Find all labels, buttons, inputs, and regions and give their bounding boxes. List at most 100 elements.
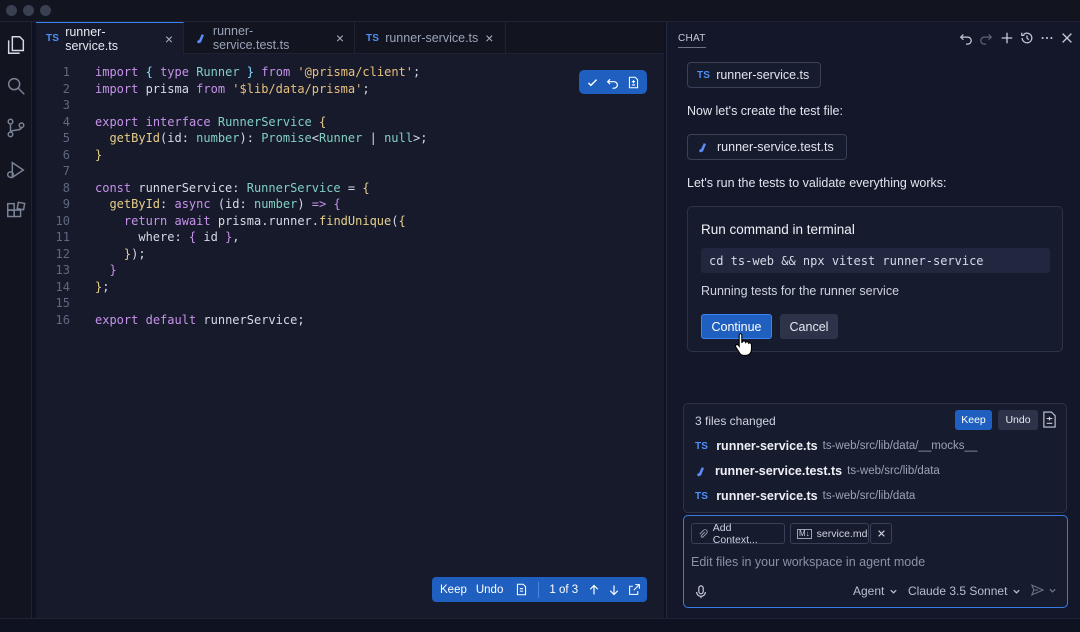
chat-title[interactable]: CHAT xyxy=(678,33,706,48)
ts-file-icon: TS xyxy=(695,490,709,502)
undo-all-button[interactable]: Undo xyxy=(998,410,1038,430)
code-line: } xyxy=(109,263,117,277)
markdown-icon: M↓ xyxy=(797,528,812,539)
changes-title: 3 files changed xyxy=(695,414,776,428)
window-close-dot[interactable] xyxy=(6,5,17,16)
code-line: import { type Runner } from '@prisma/cli… xyxy=(95,65,421,79)
source-control-icon[interactable] xyxy=(5,117,27,139)
search-icon[interactable] xyxy=(5,75,27,97)
chat-message: Now let's create the test file: xyxy=(687,104,843,118)
title-bar xyxy=(0,0,1080,22)
line-number: 14 xyxy=(55,279,70,294)
add-context-label: Add Context... xyxy=(712,521,758,546)
undo-icon[interactable] xyxy=(606,76,619,89)
tab-runner-service[interactable]: TS runner-service.ts × xyxy=(36,22,184,54)
changed-file-row[interactable]: TS runner-service.ts ts-web/src/lib/data… xyxy=(695,438,977,454)
chat-message: Let's run the tests to validate everythi… xyxy=(687,176,947,190)
line-number: 16 xyxy=(55,312,70,327)
diff-file-icon[interactable] xyxy=(515,583,528,596)
file-name: runner-service.ts xyxy=(716,439,818,453)
line-number: 13 xyxy=(55,263,70,277)
model-picker[interactable]: Claude 3.5 Sonnet xyxy=(908,584,1021,598)
send-button[interactable] xyxy=(1031,584,1057,596)
flask-icon xyxy=(197,34,204,44)
flask-icon xyxy=(699,143,706,153)
line-number: 3 xyxy=(62,98,70,112)
microphone-icon[interactable] xyxy=(695,585,707,599)
undo-icon[interactable] xyxy=(959,31,973,45)
line-number: 15 xyxy=(55,296,70,310)
line-number: 4 xyxy=(62,114,70,129)
tab-label: runner-service.ts xyxy=(385,31,479,45)
add-context-button[interactable]: Add Context... xyxy=(691,521,785,546)
explorer-icon[interactable] xyxy=(5,34,27,56)
window-minimize-dot[interactable] xyxy=(23,5,34,16)
code-line: }); xyxy=(123,246,146,261)
file-chip-label: runner-service.ts xyxy=(716,68,810,82)
code-line: export default runnerService; xyxy=(95,312,305,327)
tab-label: runner-service.ts xyxy=(65,24,118,53)
model-label: Claude 3.5 Sonnet xyxy=(908,584,1008,598)
file-name: runner-service.ts xyxy=(716,489,818,503)
chevron-down-icon xyxy=(1049,588,1056,593)
arrow-down-icon[interactable] xyxy=(608,584,620,596)
file-chip[interactable]: runner-service.test.ts xyxy=(687,134,847,160)
code-line: getById(id: number): Promise<Runner | nu… xyxy=(109,131,428,145)
history-icon[interactable] xyxy=(1020,31,1034,45)
line-number: 1 xyxy=(62,65,70,79)
command-title: Run command in terminal xyxy=(701,222,855,237)
diff-file-icon[interactable] xyxy=(1042,411,1057,428)
changed-file-row[interactable]: runner-service.test.ts ts-web/src/lib/da… xyxy=(695,463,940,479)
tab-label: runner-service.test.ts xyxy=(212,24,290,52)
keep-all-button[interactable]: Keep xyxy=(955,410,992,430)
changed-file-row[interactable]: TS runner-service.ts ts-web/src/lib/data xyxy=(695,488,915,504)
plus-icon[interactable] xyxy=(1000,31,1014,45)
run-debug-icon[interactable] xyxy=(5,159,27,181)
open-external-icon[interactable] xyxy=(628,583,641,596)
undo-button[interactable]: Undo xyxy=(476,584,504,596)
arrow-up-icon[interactable] xyxy=(588,584,600,596)
more-icon[interactable] xyxy=(1040,31,1054,45)
file-name: runner-service.test.ts xyxy=(715,464,843,478)
line-number: 9 xyxy=(62,197,70,211)
cancel-button[interactable]: Cancel xyxy=(780,314,838,339)
file-path: ts-web/src/lib/data/__mocks__ xyxy=(822,440,978,452)
divider xyxy=(538,581,540,598)
line-number: 6 xyxy=(62,147,70,162)
code-line: export interface RunnerService { xyxy=(95,114,327,129)
line-number: 5 xyxy=(62,131,70,145)
chat-input-placeholder[interactable]: Edit files in your workspace in agent mo… xyxy=(691,555,925,569)
send-icon xyxy=(1031,584,1044,596)
check-icon[interactable] xyxy=(586,76,599,89)
editor-pane: TS runner-service.ts × runner-service.te… xyxy=(36,22,664,618)
file-chip-label: runner-service.test.ts xyxy=(717,140,834,154)
diff-file-icon[interactable] xyxy=(627,76,640,89)
file-chip[interactable]: TS runner-service.ts xyxy=(687,62,821,88)
ts-file-icon: TS xyxy=(46,33,60,44)
file-path: ts-web/src/lib/data xyxy=(847,465,940,477)
redo-icon[interactable] xyxy=(979,31,993,45)
line-number: 10 xyxy=(55,213,70,228)
close-icon[interactable]: × xyxy=(485,30,493,46)
line-number: 12 xyxy=(55,246,70,261)
tab-runner-service-2[interactable]: TS runner-service.ts × xyxy=(356,22,506,54)
ts-file-icon: TS xyxy=(697,69,711,81)
context-file-chip[interactable]: M↓ service.md xyxy=(790,523,869,544)
code-line: } xyxy=(95,147,103,162)
extensions-icon[interactable] xyxy=(5,200,27,222)
code-area[interactable]: 1 import { type Runner } from '@prisma/cl… xyxy=(36,64,664,328)
changed-files-panel: 3 files changed Keep Undo TS runner-serv… xyxy=(683,403,1067,513)
line-number: 7 xyxy=(62,164,70,178)
keep-button[interactable]: Keep xyxy=(440,584,467,596)
close-icon[interactable] xyxy=(1060,31,1074,45)
mode-picker[interactable]: Agent xyxy=(853,584,898,598)
window-maximize-dot[interactable] xyxy=(40,5,51,16)
change-counter: 1 of 3 xyxy=(549,583,579,596)
close-icon[interactable]: × xyxy=(165,31,173,47)
close-icon[interactable]: × xyxy=(336,30,344,46)
remove-context-button[interactable] xyxy=(870,523,892,544)
tab-runner-service-test[interactable]: runner-service.test.ts × xyxy=(185,22,355,54)
chat-input-box[interactable]: Add Context... M↓ service.md Edit files … xyxy=(683,515,1068,608)
run-command-card: Run command in terminal cd ts-web && npx… xyxy=(687,206,1063,356)
code-line: where: { id }, xyxy=(95,230,240,244)
